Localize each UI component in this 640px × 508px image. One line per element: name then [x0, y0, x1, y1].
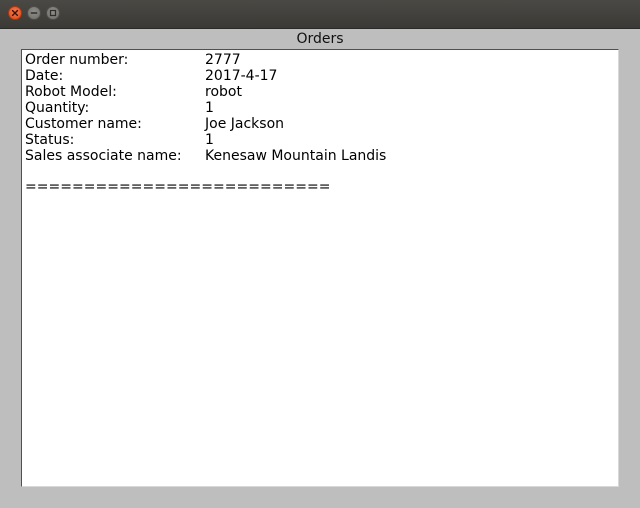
sales-associate-value: Kenesaw Mountain Landis — [205, 148, 387, 164]
maximize-icon — [49, 9, 57, 17]
customer-name-label: Customer name: — [25, 116, 142, 132]
customer-name-value: Joe Jackson — [205, 116, 285, 132]
date-label: Date: — [25, 68, 64, 84]
date-value: 2017-4-17 — [205, 68, 278, 84]
quantity-value: 1 — [205, 100, 214, 116]
separator-line: ========================== — [25, 179, 331, 195]
order-number-value: 2777 — [205, 52, 241, 68]
orders-window: Orders Order number: 2777 Date: 2017-4-1… — [0, 0, 640, 508]
close-icon — [11, 9, 19, 17]
minimize-icon — [30, 12, 38, 14]
orders-text-area[interactable]: Order number: 2777 Date: 2017-4-17 Robot… — [21, 49, 619, 487]
maximize-button[interactable] — [46, 6, 60, 20]
window-titlebar[interactable] — [0, 0, 640, 29]
robot-model-label: Robot Model: — [25, 84, 117, 100]
status-label: Status: — [25, 132, 75, 148]
minimize-button[interactable] — [27, 6, 41, 20]
quantity-label: Quantity: — [25, 100, 90, 116]
sales-associate-label: Sales associate name: — [25, 148, 182, 164]
order-number-label: Order number: — [25, 52, 129, 68]
panel-title: Orders — [296, 31, 344, 47]
close-button[interactable] — [8, 6, 22, 20]
robot-model-value: robot — [205, 84, 242, 100]
status-value: 1 — [205, 132, 214, 148]
